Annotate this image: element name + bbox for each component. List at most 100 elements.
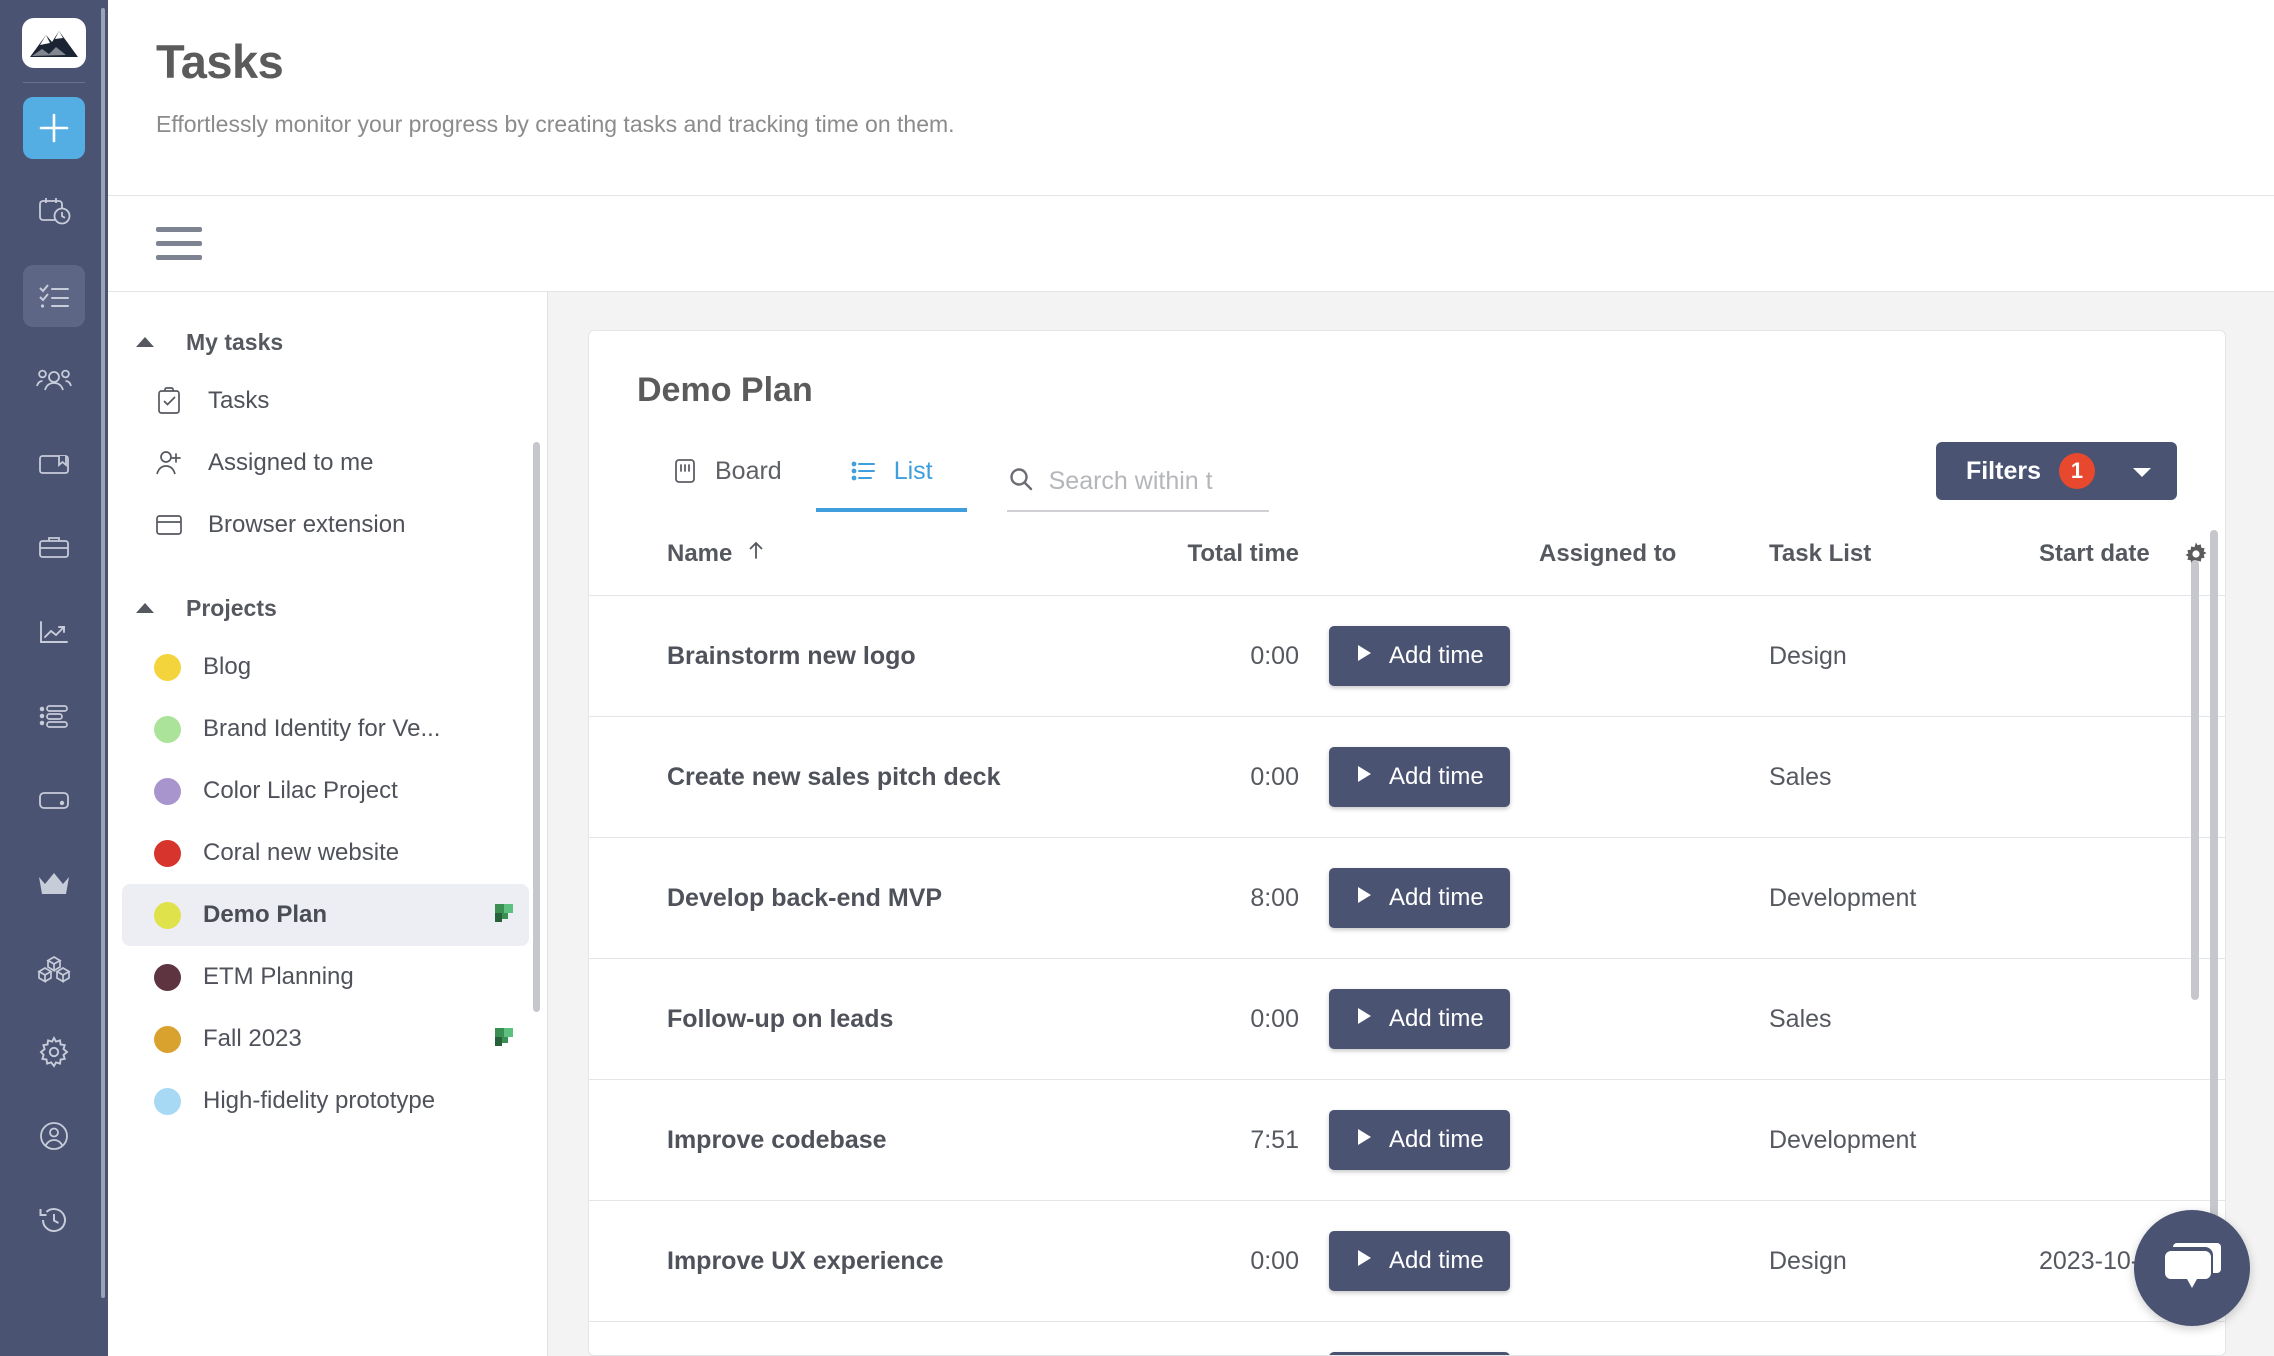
add-time-button[interactable]: Add time: [1329, 1231, 1510, 1291]
add-time-button[interactable]: Add time: [1329, 989, 1510, 1049]
table-row[interactable]: Brainstorm new logo 0:00 Add time: [589, 596, 2225, 717]
nav-group-projects[interactable]: Projects: [108, 580, 547, 636]
sidebar-item-label: Color Lilac Project: [203, 777, 398, 805]
browser-window-icon: [152, 510, 186, 540]
cell-assigned-to: [1539, 596, 1769, 717]
caret-up-icon: [132, 335, 158, 349]
sidebar-item-project-demo-plan[interactable]: Demo Plan: [122, 884, 529, 946]
sidebar-item-assigned-to-me[interactable]: Assigned to me: [122, 432, 529, 494]
sidebar-item-project-coral-new-website[interactable]: Coral new website: [122, 822, 529, 884]
cell-add-time: Add time: [1299, 1080, 1539, 1201]
main-region: Tasks Effortlessly monitor your progress…: [108, 0, 2274, 1356]
sidebar-item-label: Demo Plan: [203, 901, 327, 929]
filters-button[interactable]: Filters 1: [1936, 442, 2177, 500]
sidebar-item-label: Brand Identity for Ve...: [203, 715, 440, 743]
add-time-button[interactable]: Add time: [1329, 868, 1510, 928]
rail-item-folder-flag-icon[interactable]: [23, 433, 85, 495]
add-time-label: Add time: [1389, 1247, 1484, 1275]
content-area: Demo Plan Board: [548, 292, 2274, 1356]
sidebar-item-browser-extension[interactable]: Browser extension: [122, 494, 529, 556]
mountain-logo[interactable]: [22, 18, 86, 68]
body-area: My tasks Tasks: [108, 292, 2274, 1356]
rail-item-blocks-icon[interactable]: [23, 937, 85, 999]
sidebar-item-project-etm-planning[interactable]: ETM Planning: [122, 946, 529, 1008]
column-header-task-list[interactable]: Task List: [1769, 512, 2039, 596]
project-color-dot: [154, 716, 181, 743]
rail-item-team-people-icon[interactable]: [23, 349, 85, 411]
cell-task-list: Design: [1769, 1201, 2039, 1322]
cell-task-list: Design: [1769, 1322, 2039, 1356]
rail-item-gear-icon[interactable]: [23, 1021, 85, 1083]
cell-add-time: Add time: [1299, 838, 1539, 959]
tasks-table-wrapper: Name Total time: [589, 512, 2225, 1355]
add-time-button[interactable]: Add time: [1329, 1352, 1510, 1355]
add-time-button[interactable]: Add time: [1329, 747, 1510, 807]
add-time-label: Add time: [1389, 1005, 1484, 1033]
sidebar-item-project-color-lilac[interactable]: Color Lilac Project: [122, 760, 529, 822]
cell-task-list: Design: [1769, 596, 2039, 717]
cell-task-name: Improve UX experience: [589, 1201, 1149, 1322]
rail-item-user-circle-icon[interactable]: [23, 1105, 85, 1167]
chat-support-button[interactable]: [2134, 1210, 2250, 1326]
sidebar-item-project-brand-identity[interactable]: Brand Identity for Ve...: [122, 698, 529, 760]
nav-scrollbar[interactable]: [533, 442, 540, 1012]
table-outer-scrollbar[interactable]: [2210, 530, 2218, 1220]
rail-item-task-list-icon[interactable]: [23, 265, 85, 327]
cell-assigned-to: [1539, 959, 1769, 1080]
sidebar-item-label: Tasks: [208, 387, 269, 415]
table-row[interactable]: Follow-up on leads 0:00 Add time: [589, 959, 2225, 1080]
table-inner-scrollbar[interactable]: [2191, 560, 2199, 1000]
search-input[interactable]: [1049, 467, 1269, 496]
rail-item-briefcase-icon[interactable]: [23, 517, 85, 579]
tab-label: Board: [715, 457, 782, 486]
column-header-actions: [1299, 512, 1539, 596]
cell-task-name: Follow-up on leads: [589, 959, 1149, 1080]
column-header-name[interactable]: Name: [589, 512, 1149, 596]
cell-add-time: Add time: [1299, 596, 1539, 717]
table-row[interactable]: Improve codebase 7:51 Add time: [589, 1080, 2225, 1201]
rail-item-reports-bars-icon[interactable]: [23, 685, 85, 747]
table-row[interactable]: Marketing Analysis 0:43 Add time: [589, 1322, 2225, 1356]
cell-task-name: Brainstorm new logo: [589, 596, 1149, 717]
add-new-button[interactable]: [23, 97, 85, 159]
rail-item-card-icon[interactable]: [23, 769, 85, 831]
sidebar-item-project-fall-2023[interactable]: Fall 2023: [122, 1008, 529, 1070]
sidebar-item-label: Assigned to me: [208, 449, 373, 477]
rail-scrollbar[interactable]: [101, 8, 105, 1298]
sidebar-item-label: ETM Planning: [203, 963, 354, 991]
sidebar-item-tasks[interactable]: Tasks: [122, 370, 529, 432]
add-time-button[interactable]: Add time: [1329, 1110, 1510, 1170]
add-time-button[interactable]: Add time: [1329, 626, 1510, 686]
tab-list[interactable]: List: [816, 434, 967, 512]
table-row[interactable]: Develop back-end MVP 8:00 Add time: [589, 838, 2225, 959]
nav-group-my-tasks[interactable]: My tasks: [108, 314, 547, 370]
tasks-table-head: Name Total time: [589, 512, 2225, 596]
rail-item-chart-trend-icon[interactable]: [23, 601, 85, 663]
sidebar-item-project-blog[interactable]: Blog: [122, 636, 529, 698]
cell-add-time: Add time: [1299, 1201, 1539, 1322]
tab-board[interactable]: Board: [637, 434, 816, 512]
page-header: Tasks Effortlessly monitor your progress…: [108, 0, 2274, 196]
rail-item-history-clock-icon[interactable]: [23, 1189, 85, 1251]
sort-ascending-icon: [746, 538, 766, 569]
search-box[interactable]: [1007, 456, 1269, 512]
sidebar-item-label: Fall 2023: [203, 1025, 302, 1053]
filters-count-badge: 1: [2059, 453, 2095, 489]
nav-group-title: My tasks: [186, 329, 283, 356]
cell-add-time: Add time: [1299, 1322, 1539, 1356]
add-time-label: Add time: [1389, 1126, 1484, 1154]
page-title: Tasks: [156, 34, 2274, 89]
rail-item-calendar-clock-icon[interactable]: [23, 181, 85, 243]
rail-item-crown-icon[interactable]: [23, 853, 85, 915]
sidebar-item-label: Browser extension: [208, 511, 405, 539]
table-row[interactable]: Improve UX experience 0:00 Add time: [589, 1201, 2225, 1322]
play-icon: [1355, 884, 1373, 912]
column-header-total-time[interactable]: Total time: [1149, 512, 1299, 596]
sidebar-item-label: Coral new website: [203, 839, 399, 867]
sidebar-item-project-high-fidelity-prototype[interactable]: High-fidelity prototype: [122, 1070, 529, 1132]
table-row[interactable]: Create new sales pitch deck 0:00 Add tim…: [589, 717, 2225, 838]
hamburger-menu-icon[interactable]: [156, 227, 202, 260]
caret-up-icon: [132, 601, 158, 615]
column-header-assigned-to[interactable]: Assigned to: [1539, 512, 1769, 596]
filters-label: Filters: [1966, 457, 2041, 486]
